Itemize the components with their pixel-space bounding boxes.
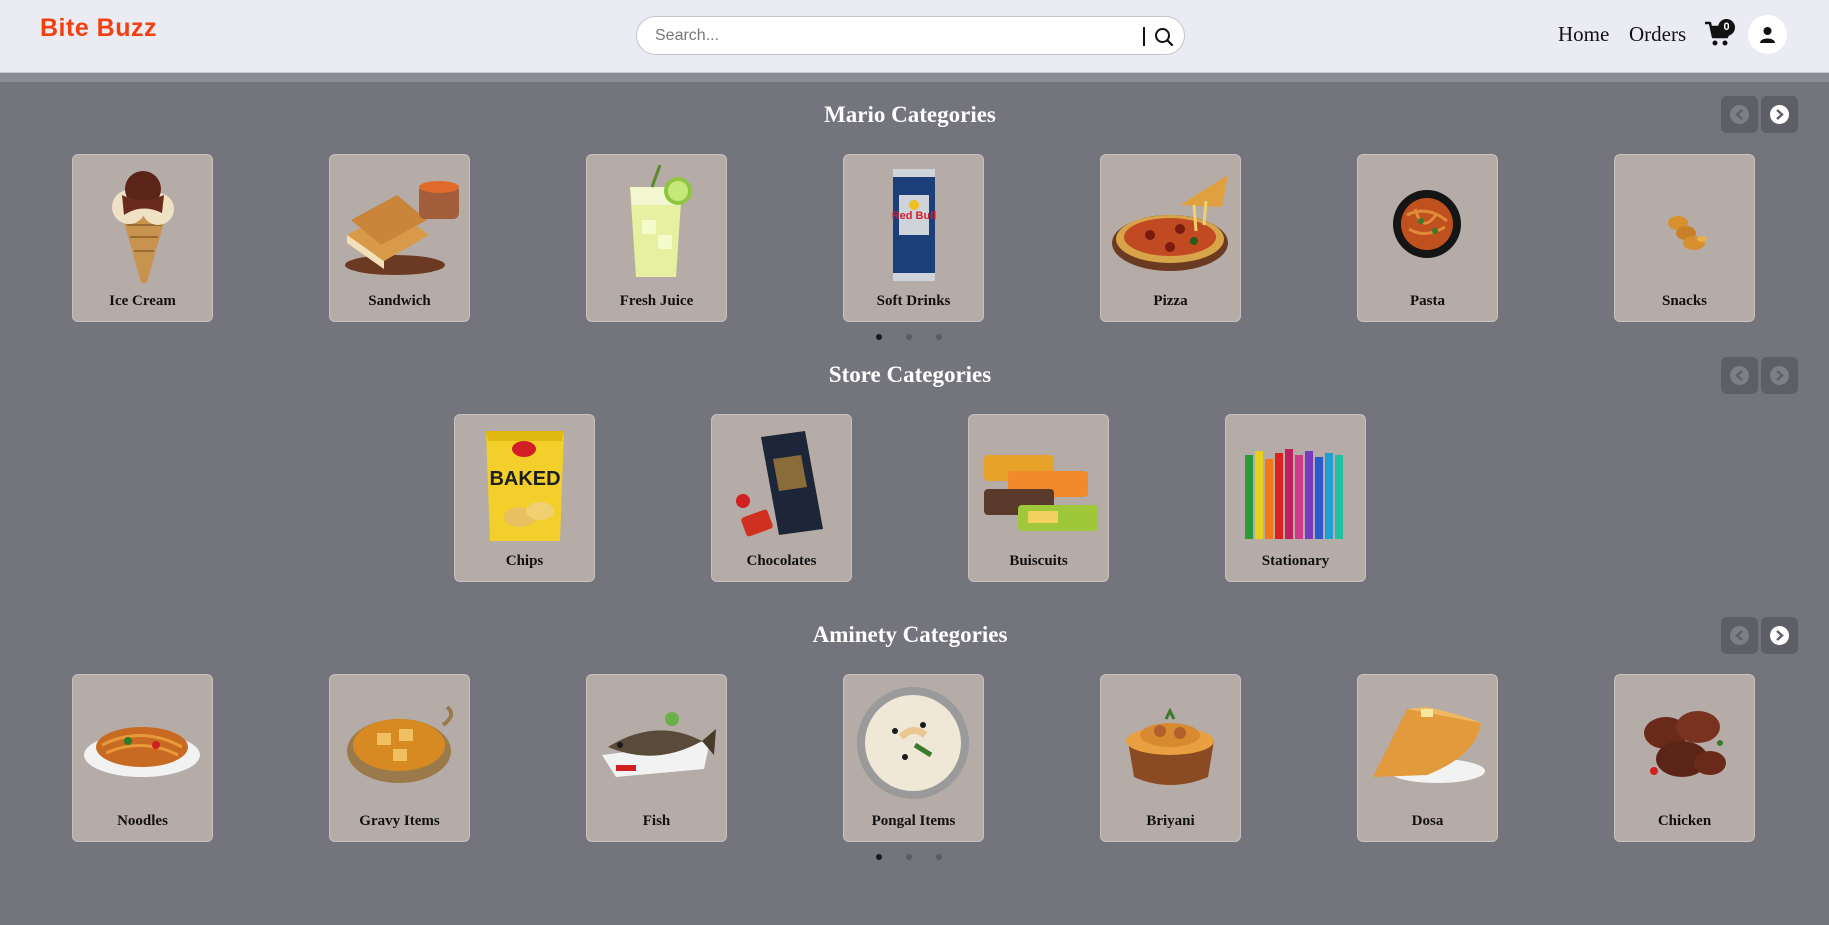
user-icon <box>1760 27 1775 43</box>
category-label: Chocolates <box>746 553 817 569</box>
category-card-snacks[interactable]: Snacks <box>1614 154 1755 322</box>
ice-cream-image <box>112 171 174 283</box>
category-label: Pizza <box>1153 293 1188 309</box>
chevron-right-icon <box>1776 109 1784 120</box>
search-bar <box>636 16 1185 55</box>
chips-image: BAKED <box>486 431 564 541</box>
category-label: Stationary <box>1261 553 1330 569</box>
category-card-noodles[interactable]: Noodles <box>72 674 213 842</box>
nav-orders-link[interactable]: Orders <box>1629 22 1686 47</box>
category-card-sandwich[interactable]: Sandwich <box>329 154 470 322</box>
category-card-dosa[interactable]: Dosa <box>1357 674 1498 842</box>
carousel-dot[interactable] <box>906 334 912 340</box>
soft-drinks-image: Red Bull <box>892 169 937 281</box>
category-label: Chips <box>505 553 544 569</box>
search-input[interactable] <box>655 25 1125 47</box>
category-card-chips[interactable]: BAKED Chips <box>454 414 595 582</box>
profile-button[interactable] <box>1748 15 1787 54</box>
nav-home-link[interactable]: Home <box>1558 22 1609 47</box>
category-label: Chicken <box>1657 813 1712 829</box>
category-card-chocolates[interactable]: Chocolates <box>711 414 852 582</box>
category-label: Ice Cream <box>109 293 176 309</box>
category-card-pongal-items[interactable]: Pongal Items <box>843 674 984 842</box>
chevron-right-icon <box>1776 370 1784 381</box>
section-title-aminety: Aminety Categories <box>812 622 1008 647</box>
category-label: Gravy Items <box>359 813 440 829</box>
buiscuits-image <box>984 455 1098 531</box>
aminety-prev-button[interactable] <box>1721 617 1758 654</box>
brand-logo[interactable]: Bite Buzz <box>40 14 157 43</box>
fresh-juice-image <box>630 165 692 277</box>
chevron-left-icon <box>1735 370 1743 381</box>
search-divider <box>1143 27 1145 46</box>
category-card-pizza[interactable]: Pizza <box>1100 154 1241 322</box>
chevron-left-icon <box>1735 630 1743 641</box>
category-label: Sandwich <box>368 293 431 309</box>
category-label: Fresh Juice <box>619 293 694 309</box>
noodles-image <box>84 727 200 777</box>
category-label: Snacks <box>1661 293 1708 309</box>
category-label: Pasta <box>1410 293 1445 309</box>
stationary-image <box>1245 449 1343 539</box>
dosa-image <box>1373 707 1485 783</box>
mario-prev-button[interactable] <box>1721 96 1758 133</box>
category-card-buiscuits[interactable]: Buiscuits <box>968 414 1109 582</box>
gravy-items-image <box>347 705 454 783</box>
fish-image <box>602 712 716 777</box>
snacks-image <box>1668 216 1707 250</box>
cart-count-badge: 0 <box>1718 19 1735 36</box>
carousel-dot[interactable] <box>876 854 882 860</box>
pongal-items-image <box>857 687 969 799</box>
category-label: Soft Drinks <box>876 293 951 309</box>
carousel-dot[interactable] <box>936 854 942 860</box>
category-label: Noodles <box>117 813 168 829</box>
chevron-right-icon <box>1776 630 1784 641</box>
category-card-stationary[interactable]: Stationary <box>1225 414 1366 582</box>
category-label: Briyani <box>1146 813 1195 829</box>
pizza-image <box>1112 175 1228 271</box>
svg-text:Red Bull: Red Bull <box>892 210 937 222</box>
category-label: Dosa <box>1411 813 1444 829</box>
svg-text:BAKED: BAKED <box>489 468 560 490</box>
category-card-ice-cream[interactable]: Ice Cream <box>72 154 213 322</box>
search-icon[interactable] <box>1153 26 1175 48</box>
briyani-image <box>1126 707 1214 785</box>
category-label: Buiscuits <box>1009 553 1068 569</box>
category-card-gravy-items[interactable]: Gravy Items <box>329 674 470 842</box>
aminety-next-button[interactable] <box>1761 617 1798 654</box>
category-card-fish[interactable]: Fish <box>586 674 727 842</box>
category-card-soft-drinks[interactable]: Red Bull Soft Drinks <box>843 154 984 322</box>
carousel-dot[interactable] <box>936 334 942 340</box>
carousel-dot[interactable] <box>876 334 882 340</box>
top-navbar: Bite Buzz Home Orders 0 <box>0 0 1829 73</box>
store-prev-button[interactable] <box>1721 357 1758 394</box>
category-card-briyani[interactable]: Briyani <box>1100 674 1241 842</box>
section-title-mario: Mario Categories <box>824 102 996 127</box>
section-title-store: Store Categories <box>828 362 992 387</box>
category-card-chicken[interactable]: Chicken <box>1614 674 1755 842</box>
chocolates-image <box>736 431 823 537</box>
mario-next-button[interactable] <box>1761 96 1798 133</box>
store-next-button[interactable] <box>1761 357 1798 394</box>
sandwich-image <box>345 181 459 275</box>
carousel-dot[interactable] <box>906 854 912 860</box>
category-card-fresh-juice[interactable]: Fresh Juice <box>586 154 727 322</box>
category-card-pasta[interactable]: Pasta <box>1357 154 1498 322</box>
chevron-left-icon <box>1735 109 1743 120</box>
chicken-image <box>1644 711 1726 777</box>
header-divider <box>0 73 1829 82</box>
category-label: Pongal Items <box>871 813 956 829</box>
category-label: Fish <box>642 813 671 829</box>
pasta-image <box>1393 190 1461 258</box>
